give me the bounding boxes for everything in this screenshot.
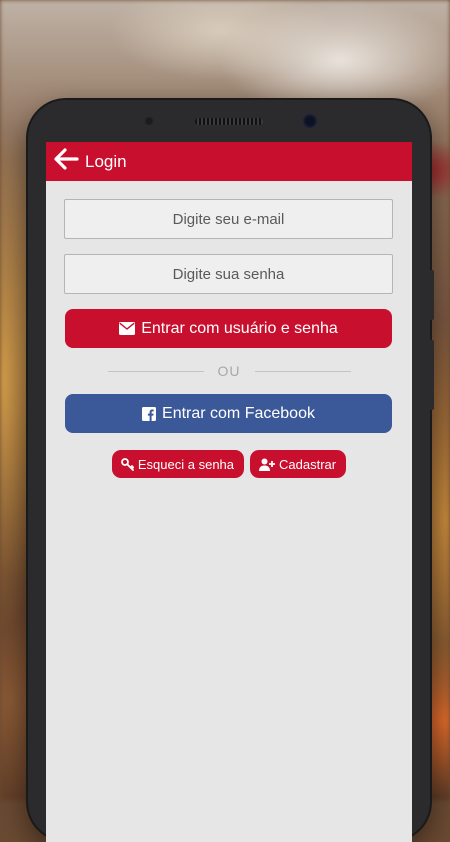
login-form: Entrar com usuário e senha OU Entrar com… (46, 181, 412, 478)
arrow-left-icon (53, 148, 79, 175)
facebook-icon (142, 406, 157, 421)
power-button (430, 340, 434, 410)
divider-line-right (254, 370, 351, 372)
secondary-actions: Esqueci a senha Cadastrar (64, 450, 394, 478)
facebook-login-button[interactable]: Entrar com Facebook (65, 394, 392, 433)
login-button[interactable]: Entrar com usuário e senha (65, 309, 392, 348)
facebook-button-label: Entrar com Facebook (162, 404, 315, 422)
forgot-password-button[interactable]: Esqueci a senha (111, 450, 245, 478)
front-camera (303, 114, 317, 128)
proximity-sensor (144, 116, 154, 126)
divider-line-left (107, 370, 204, 372)
app-bar: Login (46, 142, 412, 181)
page-title: Login (85, 151, 127, 171)
app-screen: Login Entrar com usuário e senha OU (46, 142, 412, 842)
earpiece-speaker (195, 118, 263, 125)
phone-frame: Login Entrar com usuário e senha OU (28, 100, 434, 842)
back-button[interactable] (51, 147, 81, 177)
divider-text: OU (217, 363, 241, 379)
register-button[interactable]: Cadastrar (250, 450, 347, 478)
volume-button (430, 270, 434, 320)
forgot-password-label: Esqueci a senha (137, 456, 235, 472)
key-icon (120, 457, 134, 471)
password-field[interactable] (64, 254, 393, 294)
login-button-label: Entrar com usuário e senha (141, 319, 338, 337)
email-field[interactable] (64, 199, 393, 239)
user-plus-icon (259, 458, 276, 471)
or-divider: OU (64, 348, 394, 394)
register-label: Cadastrar (279, 456, 337, 472)
envelope-icon (119, 322, 136, 335)
